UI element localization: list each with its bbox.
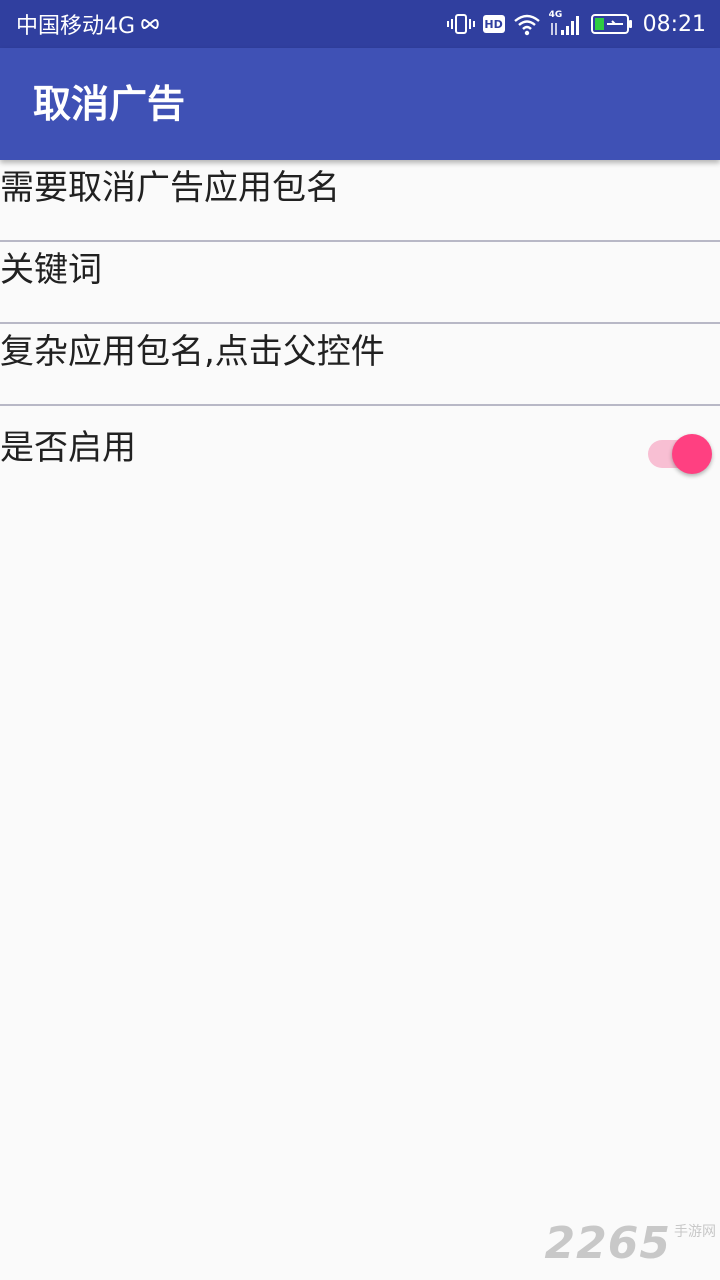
enable-row: 是否启用 [0,406,720,490]
page-title: 取消广告 [33,82,186,126]
infinity-icon [139,12,161,37]
watermark: 2265 手游网 [545,1222,716,1266]
package-name-field[interactable]: 需要取消广告应用包名 [0,160,720,242]
watermark-text: 手游网 [674,1224,716,1240]
package-name-hint: 需要取消广告应用包名 [0,168,340,208]
wifi-icon [513,12,541,36]
status-right: HD 4G 08:21 [446,0,706,48]
keyword-field[interactable]: 关键词 [0,242,720,324]
status-left: 中国移动4G [16,0,161,48]
app-bar: 取消广告 [0,48,720,160]
battery-charging-icon [590,13,633,35]
complex-package-field[interactable]: 复杂应用包名,点击父控件 [0,324,720,406]
clock: 08:21 [642,11,706,37]
vibrate-icon [446,12,475,36]
signal-icon: 4G [549,10,583,38]
complex-package-hint: 复杂应用包名,点击父控件 [0,332,385,372]
toggle-thumb [672,434,712,474]
status-bar: 中国移动4G HD 4G 08:21 [0,0,720,48]
enable-label: 是否启用 [0,428,136,468]
enable-toggle[interactable] [648,426,712,474]
hd-icon: HD [482,15,505,33]
watermark-number: 2265 [544,1218,671,1269]
carrier-label: 中国移动4G [16,14,136,39]
keyword-hint: 关键词 [0,250,102,290]
